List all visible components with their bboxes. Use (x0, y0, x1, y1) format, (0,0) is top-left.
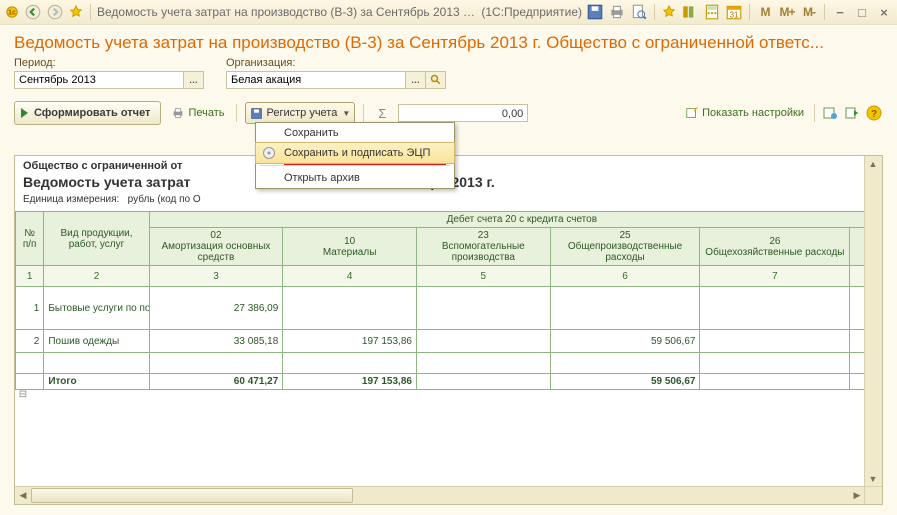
calendar-icon[interactable]: 31 (725, 3, 743, 21)
sigma-label: Σ (372, 106, 392, 121)
register-dropdown-menu: Сохранить Сохранить и подписать ЭЦП Откр… (255, 122, 455, 189)
play-icon (21, 108, 28, 118)
th-debit: Дебет счета 20 с кредита счетов (149, 212, 865, 228)
save-icon[interactable] (586, 3, 604, 21)
report-table: № п/п Вид продукции, работ, услуг Дебет … (15, 211, 865, 434)
org-ellipsis-button[interactable]: … (406, 71, 426, 89)
org-label: Организация: (226, 57, 456, 69)
help-icon[interactable]: ? (865, 104, 883, 122)
th-c23: 23 Вспомогательные производства (416, 228, 550, 266)
sum-display: 0,00 (398, 104, 528, 122)
star-icon[interactable] (68, 4, 84, 20)
nav-fwd-icon[interactable] (46, 3, 64, 21)
period-label: Период: (14, 57, 214, 69)
app-logo-icon: 1c (4, 4, 20, 20)
show-settings-label: Показать настройки (702, 107, 804, 119)
outline-toggle[interactable]: ⊟ (17, 390, 29, 402)
vertical-scrollbar[interactable]: ▲ ▼ (864, 156, 882, 487)
table-row[interactable]: 1 Бытовые услуги по пошиву одежды 27 386… (16, 287, 866, 330)
nav-back-icon[interactable] (24, 3, 42, 21)
unit-row: Единица измерения: рубль (код по О (15, 192, 865, 211)
star2-icon[interactable] (661, 4, 677, 20)
svg-text:1c: 1c (8, 10, 16, 17)
memory-m[interactable]: M (756, 3, 774, 21)
empty-row (16, 353, 866, 374)
dd-save[interactable]: Сохранить (256, 123, 454, 143)
form-report-button[interactable]: Сформировать отчет (14, 101, 161, 125)
title-bar: 1c Ведомость учета затрат на производств… (0, 0, 897, 25)
scroll-corner (864, 486, 882, 504)
th-stub: с ст р (850, 228, 865, 266)
report-area: Общество с ограниченной от Ведомость уче… (14, 155, 883, 505)
svg-text:?: ? (871, 109, 877, 120)
preview-icon[interactable] (630, 3, 648, 21)
svg-text:31: 31 (730, 11, 739, 20)
show-settings-button[interactable]: Показать настройки (681, 104, 808, 122)
dd-open-archive[interactable]: Открыть архив (256, 168, 454, 188)
period-ellipsis-button[interactable]: … (184, 71, 204, 89)
register-label: Регистр учета (266, 107, 337, 119)
filter-fields: Период: … Организация: … (0, 57, 897, 97)
table-row[interactable]: 2 Пошив одежды 33 085,18 197 153,86 59 5… (16, 330, 866, 353)
th-c10: 10 Материалы (283, 228, 417, 266)
maximize-button[interactable]: □ (853, 3, 871, 21)
th-c02: 02 Амортизация основных средств (149, 228, 283, 266)
form-report-label: Сформировать отчет (34, 107, 150, 119)
horizontal-scrollbar[interactable]: ◀ ▶ (15, 486, 865, 504)
tool-b-icon[interactable] (843, 104, 861, 122)
period-input[interactable] (14, 71, 184, 89)
minimize-button[interactable]: − (831, 3, 849, 21)
th-name: Вид продукции, работ, услуг (44, 212, 149, 266)
document-title: Ведомость учета затрат на производство (… (0, 25, 897, 57)
th-num: № п/п (16, 212, 44, 266)
disc-icon (262, 146, 276, 160)
calc-icon[interactable] (703, 3, 721, 21)
print-label: Печать (188, 107, 224, 119)
total-row: Итого 60 471,27 197 153,86 59 506,67 (16, 374, 866, 390)
org-input[interactable] (226, 71, 406, 89)
memory-mplus[interactable]: M+ (778, 3, 796, 21)
window-title: Ведомость учета затрат на производство (… (97, 5, 475, 19)
colnum-row: 1 2 3 4 5 6 7 (16, 266, 866, 287)
dd-save-sign[interactable]: Сохранить и подписать ЭЦП (255, 142, 455, 164)
memory-mminus[interactable]: M- (800, 3, 818, 21)
links-icon[interactable] (681, 3, 699, 21)
th-c26: 26 Общехозяйственные расходы (700, 228, 850, 266)
chevron-down-icon: ▼ (342, 109, 350, 118)
org-search-button[interactable] (426, 71, 446, 89)
print-button[interactable]: Печать (167, 104, 228, 122)
register-dropdown-button[interactable]: Регистр учета ▼ (245, 102, 355, 124)
tool-a-icon[interactable] (821, 104, 839, 122)
content-area: Ведомость учета затрат на производство (… (0, 24, 897, 515)
window-suffix: (1С:Предприятие) (481, 5, 582, 19)
close-button[interactable]: × (875, 3, 893, 21)
print-icon[interactable] (608, 3, 626, 21)
th-c25: 25 Общепроизводственные расходы (550, 228, 700, 266)
report-toolbar: Сформировать отчет Печать Регистр учета … (0, 97, 897, 129)
